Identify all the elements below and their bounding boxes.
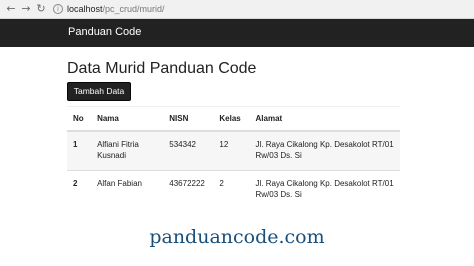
header-no: No — [73, 113, 84, 123]
reload-icon[interactable]: ↻ — [35, 3, 47, 15]
navbar-brand[interactable]: Panduan Code — [68, 26, 141, 38]
cell-nama: Alfan Fabian — [97, 179, 142, 188]
cell-nisn: 43672222 — [169, 179, 205, 188]
table-row: 1 Alfiani Fitria Kusnadi 534342 12 Jl. R… — [67, 130, 400, 171]
cell-nama: Alfiani Fitria Kusnadi — [97, 139, 139, 160]
cell-alamat: Jl. Raya Cikalong Kp. Desakolot RT/01 Rw… — [255, 139, 394, 160]
student-table: No Nama NISN Kelas Alamat 1 Alfiani Fitr… — [67, 106, 400, 205]
cell-kelas: 2 — [219, 179, 224, 188]
navbar: Panduan Code — [0, 19, 474, 47]
info-icon[interactable]: i — [53, 4, 63, 14]
browser-toolbar: ← → ↻ i localhost/pc_crud/murid/ — [0, 0, 474, 19]
url-path: /pc_crud/murid/ — [102, 4, 165, 14]
page-title: Data Murid Panduan Code — [67, 60, 257, 77]
url-host: localhost — [67, 4, 103, 14]
cell-kelas: 12 — [219, 139, 229, 149]
header-nama: Nama — [97, 113, 119, 123]
add-data-button[interactable]: Tambah Data — [67, 82, 131, 101]
forward-arrow-icon[interactable]: → — [20, 3, 32, 15]
header-alamat: Alamat — [255, 113, 283, 123]
watermark: panduancode.com — [149, 226, 325, 248]
cell-nisn: 534342 — [169, 139, 196, 149]
cell-no: 1 — [73, 139, 78, 149]
back-arrow-icon[interactable]: ← — [5, 3, 17, 15]
address-bar[interactable]: i localhost/pc_crud/murid/ — [53, 2, 433, 17]
header-kelas: Kelas — [219, 113, 241, 123]
header-nisn: NISN — [169, 113, 189, 123]
cell-alamat: Jl. Raya Cikalong Kp. Desakolot RT/01 Rw… — [255, 179, 394, 199]
table-row: 2 Alfan Fabian 43672222 2 Jl. Raya Cikal… — [67, 170, 400, 205]
table-header-row: No Nama NISN Kelas Alamat — [67, 106, 400, 131]
cell-no: 2 — [73, 179, 78, 188]
